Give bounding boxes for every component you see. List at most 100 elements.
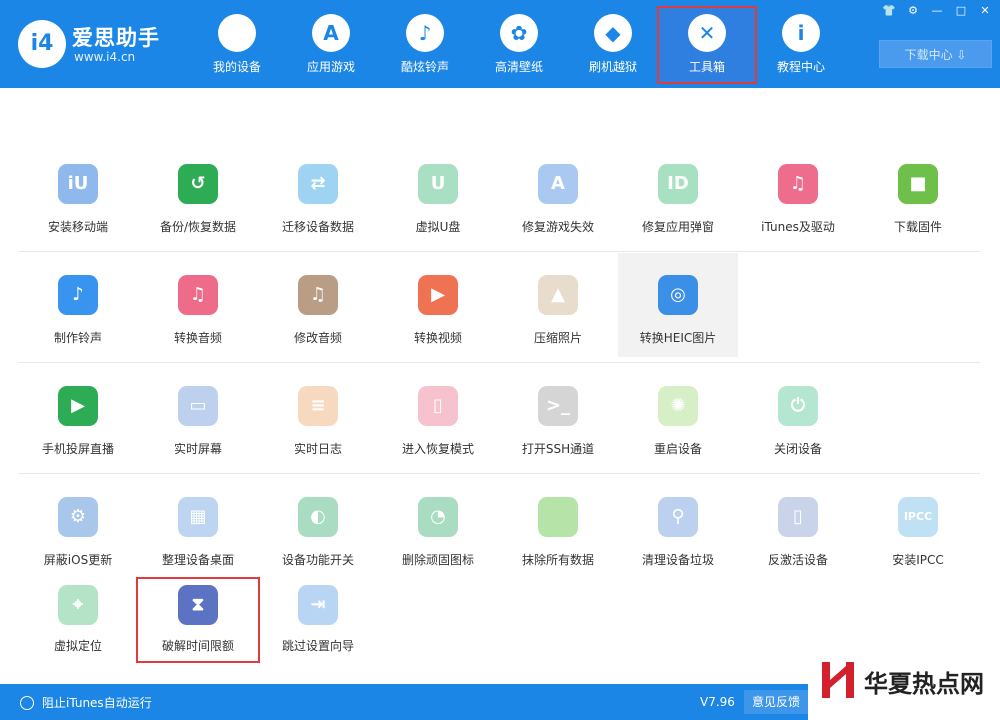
block-itunes-toggle[interactable]: 阻止iTunes自动运行 bbox=[20, 694, 152, 711]
tool-label: 备份/恢复数据 bbox=[159, 220, 237, 234]
i4-logo-icon: i4 bbox=[18, 20, 66, 68]
clock-restore-icon: ↺ bbox=[178, 164, 218, 204]
tool-item[interactable]: U 虚拟U盘 bbox=[378, 142, 498, 246]
nav-tab-4[interactable]: ◆ 刷机越狱 bbox=[565, 8, 661, 82]
tool-item[interactable]: ⚙ 屏蔽iOS更新 bbox=[18, 475, 138, 579]
app-url: www.i4.cn bbox=[74, 50, 136, 64]
tool-item[interactable]: ✺ 重启设备 bbox=[618, 364, 738, 468]
nav-tab-6[interactable]: i 教程中心 bbox=[753, 8, 849, 82]
tool-item[interactable]: ⏻ 关闭设备 bbox=[738, 364, 858, 468]
tool-item[interactable]: ◎ 转换HEIC图片 bbox=[618, 253, 738, 357]
maximize-button[interactable]: □ bbox=[954, 4, 968, 18]
tool-item[interactable]: ↺ 备份/恢复数据 bbox=[138, 142, 258, 246]
tool-label: 关闭设备 bbox=[773, 442, 822, 456]
tool-item[interactable]: ID 修复应用弹窗 bbox=[618, 142, 738, 246]
pie-icon: ◔ bbox=[418, 497, 458, 537]
tool-label: 手机投屏直播 bbox=[41, 442, 114, 456]
tool-label: 压缩照片 bbox=[533, 331, 582, 345]
radio-icon[interactable] bbox=[20, 695, 34, 710]
download-center-button[interactable]: 下载中心 ⇩ bbox=[879, 40, 992, 68]
tool-item[interactable]: ♫ 修改音频 bbox=[258, 253, 378, 357]
watermark: 华夏热点网 bbox=[808, 640, 1000, 720]
tool-item[interactable]: ⌖ 虚拟定位 bbox=[18, 579, 138, 661]
hourglass-icon: ⧗ bbox=[178, 585, 218, 625]
phone-recovery-icon: ▯ bbox=[418, 386, 458, 426]
tool-label: 虚拟U盘 bbox=[415, 220, 461, 234]
tool-item[interactable]: ■ 下载固件 bbox=[858, 142, 978, 246]
nav-tab-2[interactable]: ♪ 酷炫铃声 bbox=[377, 8, 473, 82]
settings-icon[interactable]: ⚙ bbox=[906, 4, 920, 18]
feedback-button[interactable]: 意见反馈 bbox=[744, 690, 808, 714]
nav-tab-label: 我的设备 bbox=[212, 60, 261, 74]
restart-icon: ✺ bbox=[658, 386, 698, 426]
nav-tab-1[interactable]: A 应用游戏 bbox=[283, 8, 379, 82]
toggle-switch-icon: ◐ bbox=[298, 497, 338, 537]
tool-label: 转换HEIC图片 bbox=[639, 331, 717, 345]
i4-logo-icon: iU bbox=[58, 164, 98, 204]
tool-label: 转换音频 bbox=[173, 331, 222, 345]
tool-item[interactable]: ▭ 实时屏幕 bbox=[138, 364, 258, 468]
block-itunes-label: 阻止iTunes自动运行 bbox=[42, 696, 152, 710]
block-update-icon: ⚙ bbox=[58, 497, 98, 537]
nav-tab-label: 高清壁纸 bbox=[494, 60, 543, 74]
tool-item[interactable]: ⇄ 迁移设备数据 bbox=[258, 142, 378, 246]
tool-row1: iU 安装移动端 ↺ 备份/恢复数据 ⇄ 迁移设备数据 U 虚拟U盘 A 修复游戏失效 ID 修复应用… bbox=[18, 142, 980, 252]
tool-item[interactable]: ⚲ 清理设备垃圾 bbox=[618, 475, 738, 579]
tool-item[interactable]: ▦ 整理设备桌面 bbox=[138, 475, 258, 579]
tool-label: 进入恢复模式 bbox=[401, 442, 474, 456]
tool-row2: ♪ 制作铃声 ♫ 转换音频 ♫ 修改音频 ▶ 转换视频 ▲ 压缩照片 ◎ 转换HEIC图片 bbox=[18, 253, 980, 363]
tool-item[interactable]: ◔ 删除顽固图标 bbox=[378, 475, 498, 579]
tool-item[interactable]: ♪ 制作铃声 bbox=[18, 253, 138, 357]
tool-item[interactable]: ▲ 压缩照片 bbox=[498, 253, 618, 357]
watermark-text: 华夏热点网 bbox=[864, 669, 984, 698]
tool-item[interactable]: ♫ iTunes及驱动 bbox=[738, 142, 858, 246]
tool-item[interactable]: ▶ 手机投屏直播 bbox=[18, 364, 138, 468]
tool-label: 实时屏幕 bbox=[173, 442, 222, 456]
music-note-icon: ♫ bbox=[178, 275, 218, 315]
bell-plus-icon: ♪ bbox=[58, 275, 98, 315]
tool-label: 制作铃声 bbox=[53, 331, 102, 345]
grid-apps-icon: ▦ bbox=[178, 497, 218, 537]
nav-tab-label: 应用游戏 bbox=[306, 60, 355, 74]
tool-item[interactable]: ⇥ 跳过设置向导 bbox=[258, 579, 378, 661]
apple-icon bbox=[218, 14, 256, 52]
flower-icon: ✿ bbox=[500, 14, 538, 52]
tool-item[interactable]: >_ 打开SSH通道 bbox=[498, 364, 618, 468]
tool-item[interactable]: 抹除所有数据 bbox=[498, 475, 618, 579]
tool-label: 打开SSH通道 bbox=[521, 442, 595, 456]
skin-icon[interactable]: 👕 bbox=[882, 4, 896, 18]
tool-item[interactable]: A 修复游戏失效 bbox=[498, 142, 618, 246]
close-button[interactable]: ✕ bbox=[978, 4, 992, 18]
tool-item[interactable]: ◐ 设备功能开关 bbox=[258, 475, 378, 579]
app-store-icon: A bbox=[312, 14, 350, 52]
minimize-button[interactable]: — bbox=[930, 4, 944, 18]
nav-tab-5[interactable]: ✕ 工具箱 bbox=[657, 6, 757, 84]
app-logo: i4 爱思助手 www.i4.cn bbox=[18, 18, 168, 68]
deactivate-phone-icon: ▯ bbox=[778, 497, 818, 537]
play-video-icon: ▶ bbox=[418, 275, 458, 315]
music-edit-icon: ♫ bbox=[298, 275, 338, 315]
nav-tab-3[interactable]: ✿ 高清壁纸 bbox=[471, 8, 567, 82]
tool-item[interactable]: ▯ 进入恢复模式 bbox=[378, 364, 498, 468]
tool-item[interactable]: ▶ 转换视频 bbox=[378, 253, 498, 357]
tool-item[interactable]: iU 安装移动端 bbox=[18, 142, 138, 246]
itunes-icon: ♫ bbox=[778, 164, 818, 204]
tool-item[interactable]: IPCC 安装IPCC bbox=[858, 475, 978, 579]
ipcc-icon: IPCC bbox=[898, 497, 938, 537]
tool-item[interactable]: ⧗ 破解时间限额 bbox=[136, 577, 260, 663]
nav-tab-label: 酷炫铃声 bbox=[400, 60, 449, 74]
transfer-phones-icon: ⇄ bbox=[298, 164, 338, 204]
tool-row3: ▶ 手机投屏直播 ▭ 实时屏幕 ≡ 实时日志 ▯ 进入恢复模式 >_ 打开SSH通道 ✺ 重启设备 ⏻ 关… bbox=[18, 364, 980, 474]
monitor-icon: ▭ bbox=[178, 386, 218, 426]
cube-icon: ■ bbox=[898, 164, 938, 204]
tool-label: 转换视频 bbox=[413, 331, 462, 345]
nav-tab-0[interactable]: 我的设备 bbox=[189, 8, 285, 82]
broom-icon: ⚲ bbox=[658, 497, 698, 537]
apple-id-icon: ID bbox=[658, 164, 698, 204]
tool-item[interactable]: ♫ 转换音频 bbox=[138, 253, 258, 357]
info-icon: i bbox=[782, 14, 820, 52]
tool-item[interactable]: ≡ 实时日志 bbox=[258, 364, 378, 468]
tool-item[interactable]: ▯ 反激活设备 bbox=[738, 475, 858, 579]
tool-label: 虚拟定位 bbox=[53, 639, 102, 653]
app-name: 爱思助手 bbox=[72, 26, 160, 50]
